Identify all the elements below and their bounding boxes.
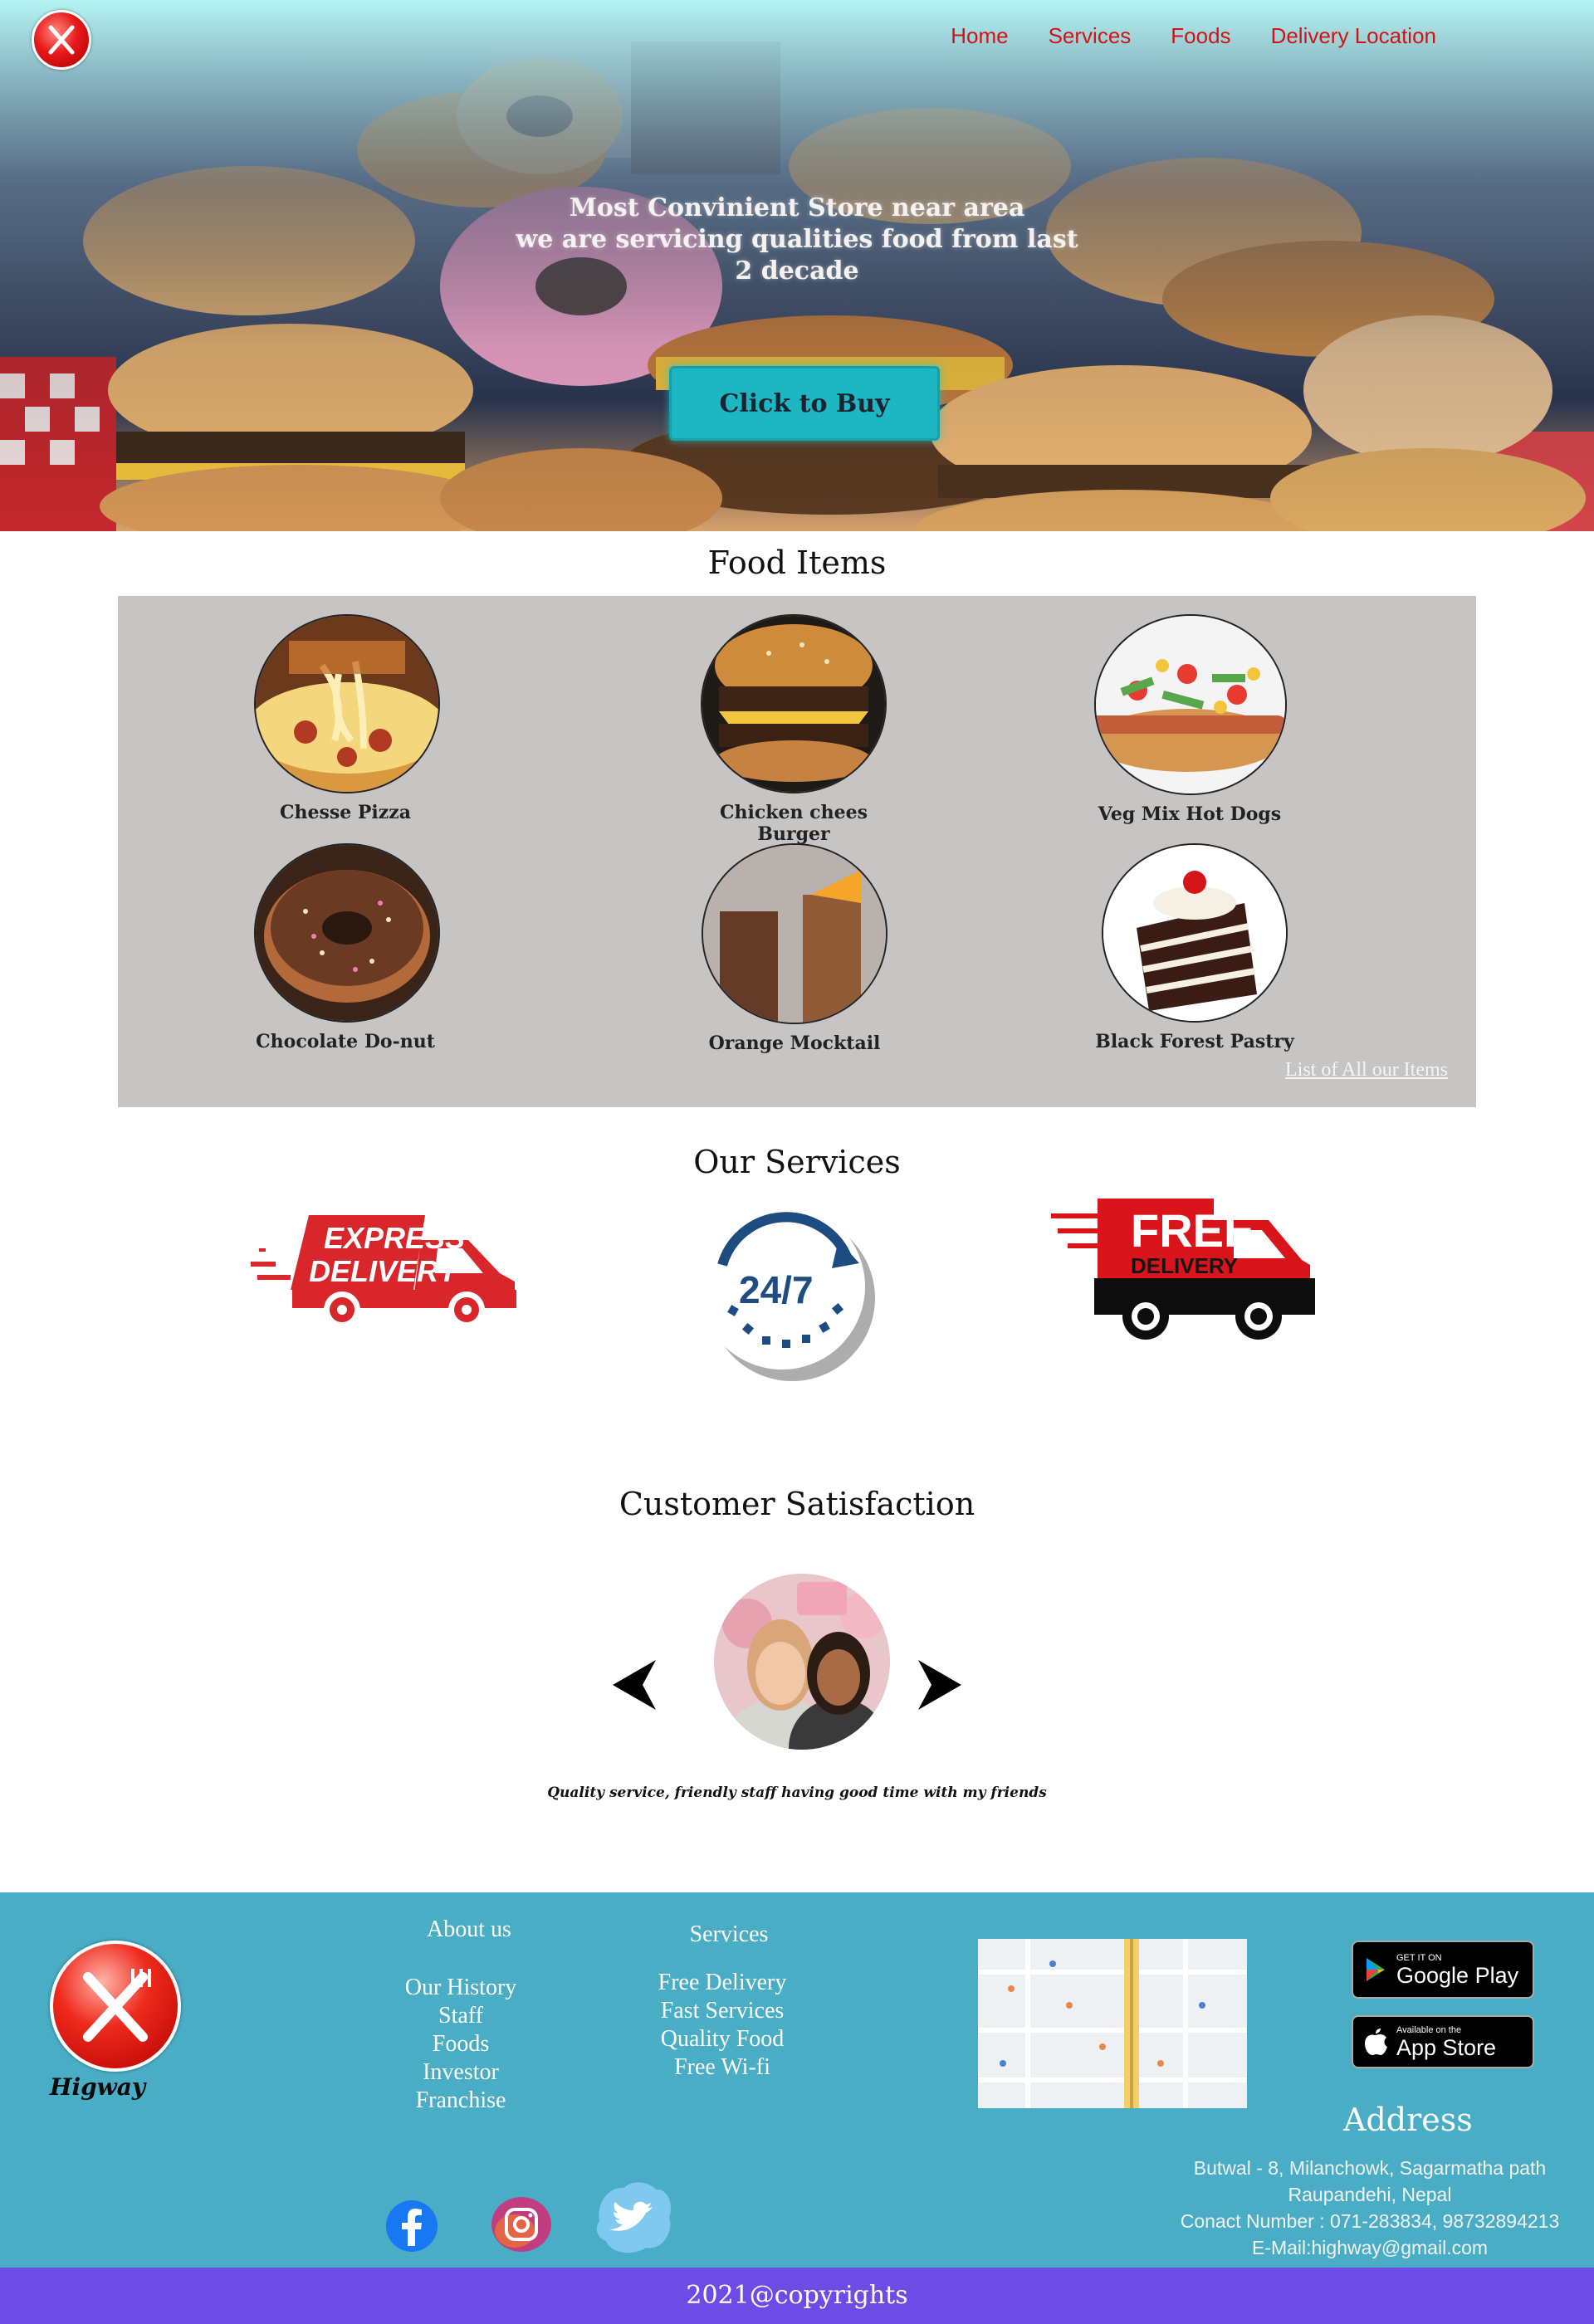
app-store-button[interactable]: Available on the App Store bbox=[1352, 2015, 1534, 2068]
food-label-donut: Chocolate Do-nut bbox=[256, 1031, 435, 1052]
app-store-big-text: App Store bbox=[1396, 2034, 1497, 2060]
mocktail-image bbox=[702, 843, 887, 1024]
customer-review-text: Quality service, friendly staff having g… bbox=[547, 1784, 1047, 1801]
hotdog-image bbox=[1094, 614, 1287, 795]
hero-banner: Home Services Foods Delivery Location Mo… bbox=[0, 0, 1594, 531]
hero-tagline: Most Convinient Store near area we are s… bbox=[515, 193, 1079, 287]
free-delivery-icon: FREE DELIVERY bbox=[1051, 1199, 1315, 1340]
contact-number: Conact Number : 071-283834, 98732894213 bbox=[1180, 2210, 1560, 2232]
nav-services[interactable]: Services bbox=[1049, 23, 1132, 49]
footer: Higway About us Our History Staff Foods … bbox=[0, 1892, 1594, 2268]
express-text: EXPRESS bbox=[324, 1221, 465, 1255]
address-line-2: Raupandehi, Nepal bbox=[1288, 2184, 1452, 2205]
location-map[interactable] bbox=[978, 1939, 1247, 2108]
our-services-title: Our Services bbox=[693, 1144, 901, 1180]
next-arrow-icon[interactable] bbox=[915, 1658, 965, 1711]
about-column: About us Our History Staff Foods Investo… bbox=[382, 1916, 556, 2115]
clock-24-7-icon: 24/7 bbox=[699, 1204, 875, 1381]
link-quality-food[interactable]: Quality Food bbox=[633, 2025, 812, 2053]
food-label-pizza: Chesse Pizza bbox=[279, 802, 412, 823]
link-foods[interactable]: Foods bbox=[374, 2030, 548, 2058]
food-items-panel: Chesse Pizza Chicken chees Burger Veg Mi… bbox=[118, 596, 1476, 1107]
link-staff[interactable]: Staff bbox=[374, 2002, 548, 2030]
express-delivery-icon: EXPRESS DELIVERY bbox=[251, 1215, 516, 1328]
address-block: Butwal - 8, Milanchowk, Sagarmatha path … bbox=[1154, 2155, 1586, 2261]
customer-photo bbox=[714, 1574, 890, 1750]
food-label-burger: Chicken chees Burger bbox=[720, 802, 868, 845]
nav-foods[interactable]: Foods bbox=[1171, 23, 1230, 49]
food-item-donut[interactable]: Chocolate Do-nut bbox=[254, 843, 440, 1052]
apple-icon bbox=[1365, 2029, 1387, 2055]
delivery-text: DELIVERY bbox=[309, 1254, 460, 1288]
site-logo[interactable] bbox=[32, 10, 91, 70]
instagram-icon[interactable] bbox=[490, 2195, 553, 2254]
nav-home[interactable]: Home bbox=[951, 23, 1008, 49]
donut-image bbox=[254, 843, 440, 1023]
food-item-mocktail[interactable]: Orange Mocktail bbox=[699, 843, 890, 1054]
pizza-image bbox=[254, 614, 440, 793]
footer-logo[interactable] bbox=[50, 1941, 181, 2072]
copyright-bar: 2021@copyrights bbox=[0, 2268, 1594, 2324]
app-store-small-text: Available on the bbox=[1396, 2024, 1462, 2035]
food-item-pizza[interactable]: Chesse Pizza bbox=[254, 614, 440, 823]
hero-line-1: Most Convinient Store near area bbox=[569, 193, 1025, 222]
google-play-button[interactable]: GET IT ON Google Play bbox=[1352, 1941, 1534, 1999]
food-items-title: Food Items bbox=[707, 544, 887, 581]
free-delivery-text: DELIVERY bbox=[1131, 1253, 1238, 1278]
food-item-pastry[interactable]: Black Forest Pastry bbox=[1083, 843, 1307, 1052]
address-title: Address bbox=[1343, 2102, 1473, 2138]
twitter-icon[interactable] bbox=[591, 2180, 676, 2256]
food-item-burger[interactable]: Chicken chees Burger bbox=[701, 614, 887, 845]
burger-image bbox=[701, 614, 887, 793]
customer-satisfaction-title: Customer Satisfaction bbox=[619, 1486, 975, 1522]
food-label-pastry: Black Forest Pastry bbox=[1095, 1031, 1294, 1052]
click-to-buy-button[interactable]: Click to Buy bbox=[669, 366, 940, 441]
google-play-icon bbox=[1367, 1958, 1385, 1981]
link-fast-services[interactable]: Fast Services bbox=[633, 1997, 812, 2025]
facebook-icon[interactable] bbox=[385, 2200, 438, 2253]
address-line-1: Butwal - 8, Milanchowk, Sagarmatha path bbox=[1193, 2157, 1547, 2179]
services-heading: Services bbox=[689, 1921, 769, 1947]
link-investor[interactable]: Investor bbox=[374, 2058, 548, 2087]
link-free-wifi[interactable]: Free Wi-fi bbox=[633, 2053, 812, 2082]
clock-text: 24/7 bbox=[739, 1268, 814, 1311]
hero-line-2: we are servicing qualities food from las… bbox=[516, 225, 1078, 254]
link-free-delivery[interactable]: Free Delivery bbox=[633, 1969, 812, 1997]
about-heading: About us bbox=[427, 1916, 511, 1942]
main-nav: Home Services Foods Delivery Location bbox=[951, 23, 1436, 49]
food-label-hotdog: Veg Mix Hot Dogs bbox=[1098, 803, 1282, 825]
food-label-mocktail: Orange Mocktail bbox=[708, 1033, 881, 1054]
google-play-small-text: GET IT ON bbox=[1396, 1952, 1442, 1963]
brand-name: Higway bbox=[50, 2073, 146, 2101]
list-all-items-link[interactable]: List of All our Items bbox=[2, 1059, 1448, 1081]
food-item-hotdog[interactable]: Veg Mix Hot Dogs bbox=[1094, 614, 1287, 825]
services-column: Services Free Delivery Fast Services Qua… bbox=[639, 1921, 819, 2082]
fork-knife-icon bbox=[48, 25, 75, 55]
hero-line-3: 2 decade bbox=[735, 256, 859, 286]
nav-delivery-location[interactable]: Delivery Location bbox=[1271, 23, 1436, 49]
link-our-history[interactable]: Our History bbox=[374, 1974, 548, 2002]
free-text: FREE bbox=[1131, 1204, 1254, 1257]
google-play-big-text: Google Play bbox=[1396, 1962, 1519, 1988]
pastry-image bbox=[1102, 843, 1288, 1023]
email-address: E-Mail:highway@gmail.com bbox=[1251, 2237, 1489, 2258]
link-franchise[interactable]: Franchise bbox=[374, 2087, 548, 2115]
fork-knife-icon bbox=[83, 1969, 151, 2042]
previous-arrow-icon[interactable] bbox=[609, 1658, 659, 1711]
